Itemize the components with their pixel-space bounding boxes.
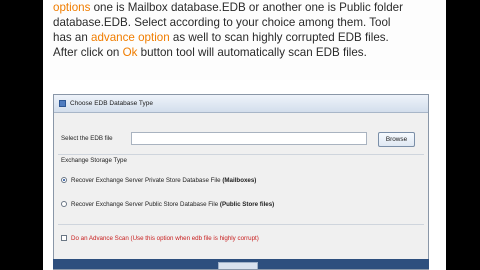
highlight-options: options — [53, 1, 91, 14]
advance-scan-text: Do an Advance Scan (Use this option when… — [71, 235, 259, 242]
window-app-icon — [59, 100, 66, 107]
caption-line-3: has an advance option as well to scan hi… — [53, 30, 442, 45]
public-store-text: Recover Exchange Server Public Store Dat… — [71, 201, 220, 208]
private-store-bold: (Mailboxes) — [222, 177, 257, 184]
dialog-titlebar[interactable]: Choose EDB Database Type — [54, 95, 428, 113]
option-public-store[interactable]: Recover Exchange Server Public Store Dat… — [61, 201, 274, 208]
advance-scan-checkbox[interactable] — [61, 235, 67, 242]
caption-line-2: database.EDB. Select according to your c… — [53, 16, 391, 29]
highlight-advance-option: advance option — [91, 31, 170, 44]
edb-file-input[interactable] — [131, 132, 367, 145]
separator-bottom — [58, 224, 424, 225]
dialog-title: Choose EDB Database Type — [70, 100, 153, 107]
ok-button[interactable] — [218, 262, 258, 269]
dialog-footer-bar — [53, 259, 429, 269]
slide: options one is Mailbox database.EDB or a… — [43, 0, 446, 270]
caption-line-1-rest: one is Mailbox database.EDB or another o… — [90, 1, 403, 14]
browse-button[interactable]: Browse — [378, 132, 415, 147]
caption-line-4-pre: After click on — [53, 46, 123, 59]
caption-line-3-pre: has an — [53, 31, 92, 44]
option-private-store[interactable]: Recover Exchange Server Private Store Da… — [61, 177, 256, 184]
caption-line-1: options one is Mailbox database.EDB or a… — [53, 0, 442, 15]
highlight-ok: Ok — [122, 46, 138, 59]
separator-top — [58, 154, 424, 155]
caption-text: options one is Mailbox database.EDB or a… — [43, 0, 446, 80]
private-store-radio[interactable] — [61, 177, 67, 184]
choose-edb-dialog: Choose EDB Database Type Select the EDB … — [53, 94, 429, 270]
private-store-text: Recover Exchange Server Private Store Da… — [71, 177, 223, 184]
caption-line-4: After click on Ok button tool will autom… — [53, 45, 442, 60]
storage-type-group-label: Exchange Storage Type — [61, 157, 127, 164]
caption-line-4-post: button tool will automatically scan EDB … — [137, 46, 367, 59]
public-store-radio[interactable] — [61, 201, 67, 208]
public-store-bold: (Public Store files) — [219, 201, 275, 208]
select-edb-label: Select the EDB file — [61, 135, 113, 142]
caption-line-3-post: as well to scan highly corrupted EDB fil… — [169, 31, 389, 44]
advance-scan-option[interactable]: Do an Advance Scan (Use this option when… — [61, 235, 259, 242]
